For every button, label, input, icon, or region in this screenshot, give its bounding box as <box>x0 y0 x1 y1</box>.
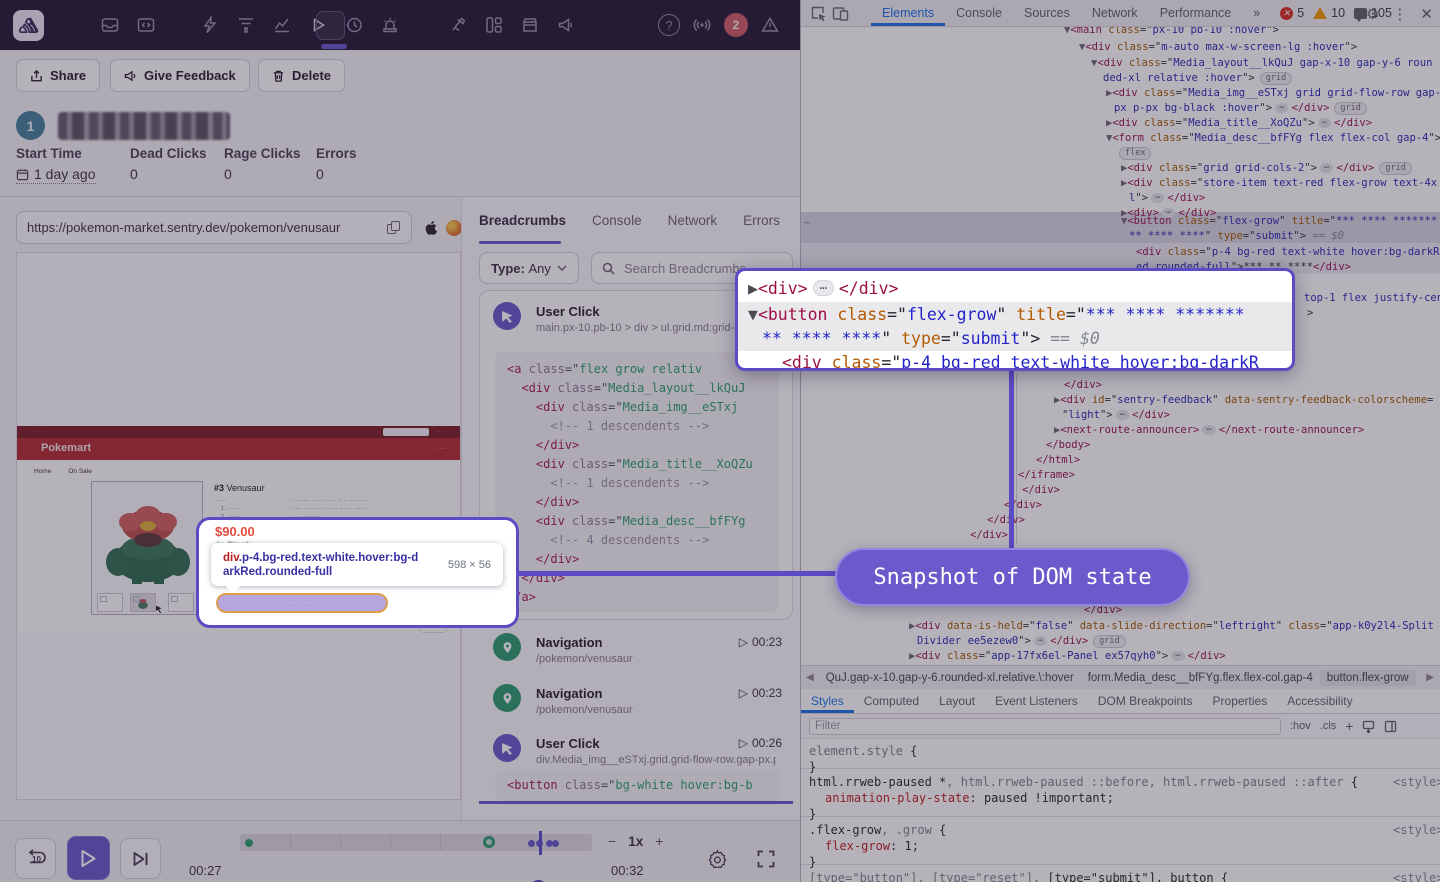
connector-line-vertical <box>1009 369 1014 550</box>
inspect-tooltip: div.p-4.bg-red.text-white.hover:bg-darkR… <box>211 543 503 586</box>
dom-snapshot-lines: ▶<div>⋯</div>▼<button class="flex-grow" … <box>738 271 1292 368</box>
code-line: ▶<div>⋯</div> <box>748 277 898 301</box>
highlighted-add-to-cart-button[interactable]: ··· ·· ···· <box>216 593 388 613</box>
replay-spotlight-box: $90.00 In Stock div.p-4.bg-red.text-whit… <box>196 517 519 628</box>
code-line: ▼<button class="flex-grow" title="*** **… <box>748 303 1245 327</box>
code-line: <div class="p-4 bg-red text-white hover:… <box>782 351 1259 368</box>
dim-overlay <box>0 0 1440 882</box>
snapshot-callout-label: Snapshot of DOM state <box>873 565 1151 590</box>
element-dimensions: 598 × 56 <box>448 559 491 571</box>
dom-snapshot-popup: ▶<div>⋯</div>▼<button class="flex-grow" … <box>735 268 1295 371</box>
connector-line-horizontal <box>519 571 836 576</box>
snapshot-callout-pill: Snapshot of DOM state <box>835 548 1190 606</box>
highlight-rect <box>738 302 1292 351</box>
product-price: $90.00 <box>215 524 255 539</box>
screenshot-stage: ? 2 Share Give Feedback Delete 1 Start T… <box>0 0 1440 882</box>
code-line: ** **** ****" type="submit"> == $0 <box>762 327 1100 351</box>
